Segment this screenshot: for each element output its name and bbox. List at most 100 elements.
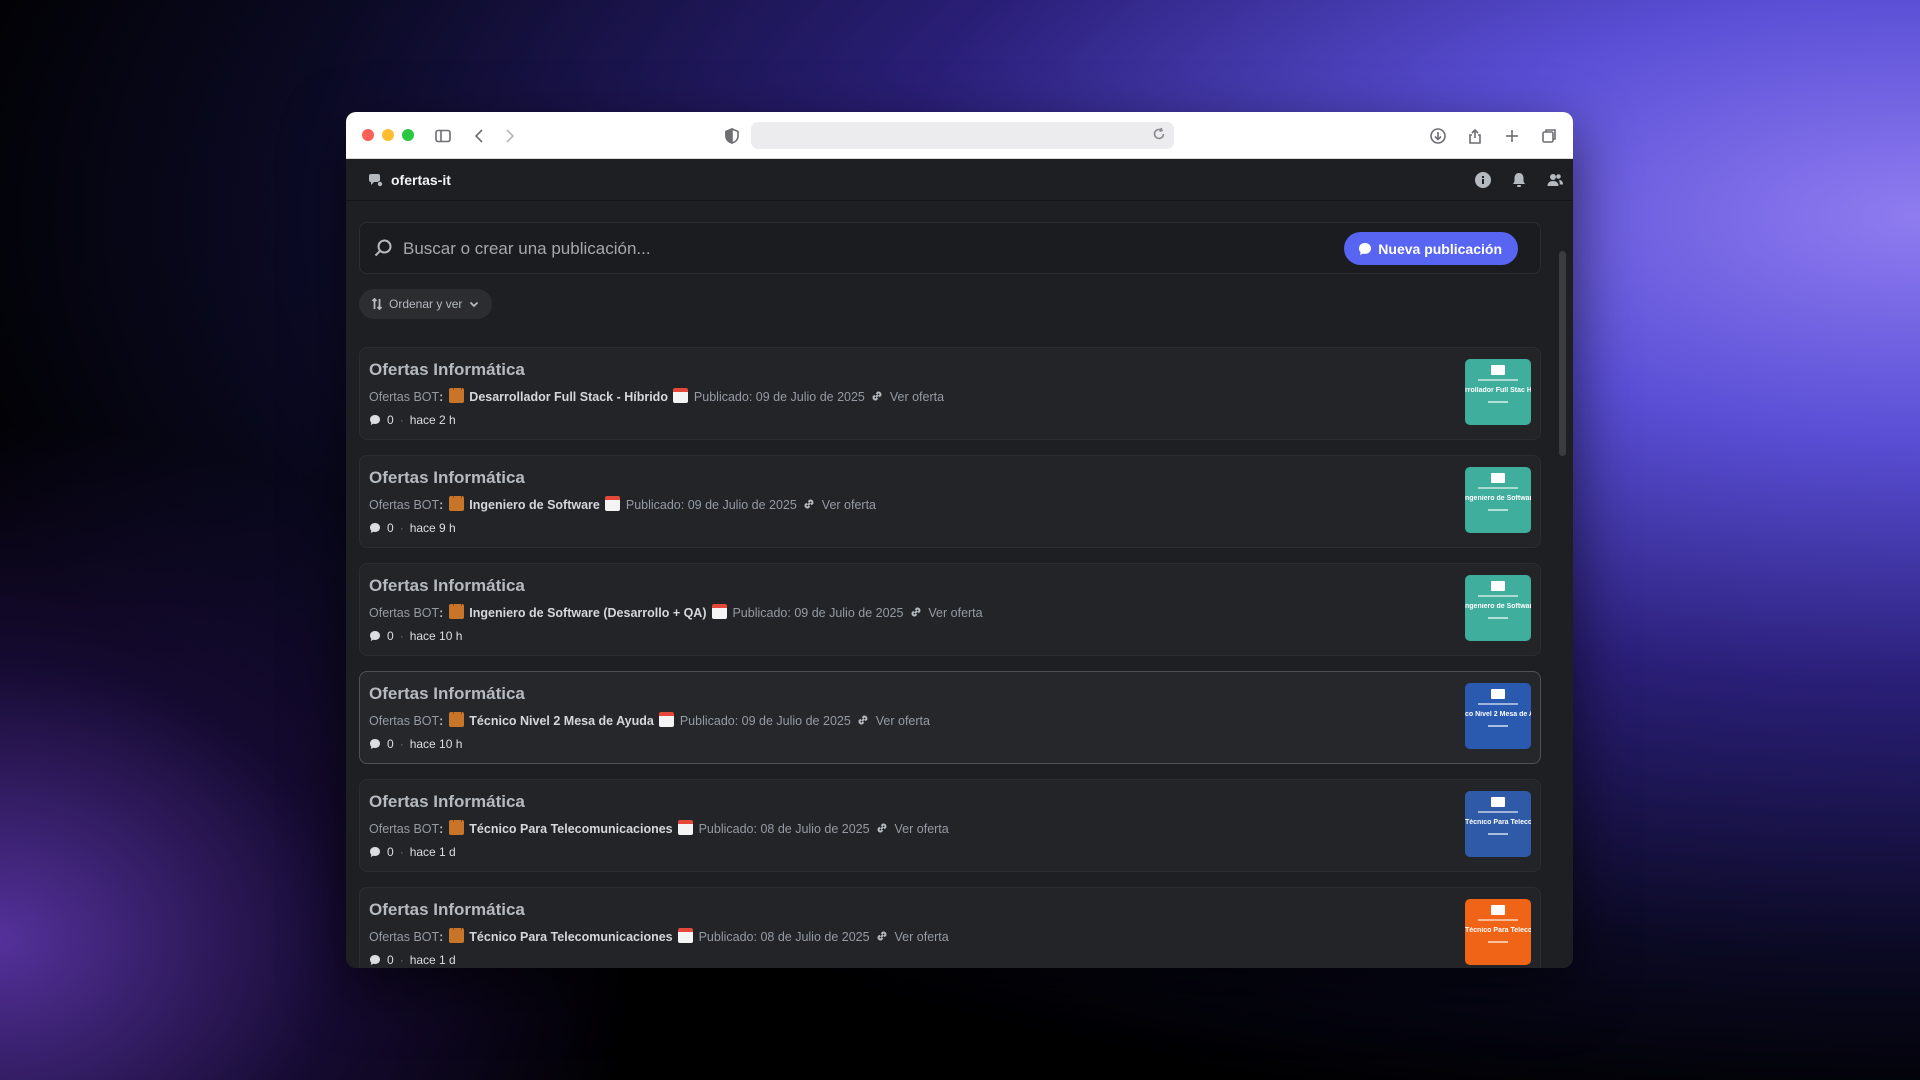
post-card[interactable]: Ofertas Informática Ofertas BOT: Técnico… [359,779,1541,872]
post-time: hace 1 d [409,953,456,967]
post-thumbnail[interactable]: Técnico Para Telecomunicaciones [1465,791,1531,857]
post-author: Ofertas BOT [369,606,440,620]
calendar-icon [678,928,694,943]
post-list: Ofertas Informática Ofertas BOT: Desarro… [359,347,1541,968]
replies-icon [370,739,380,749]
thumbnail-text: rrollador Full Stac Híbrido [1465,387,1531,394]
post-meta: 0 · hace 10 h [369,629,462,643]
link-icon [870,389,884,404]
members-icon[interactable] [1545,170,1565,190]
new-post-button[interactable]: Nueva publicación [1344,232,1518,265]
chevron-down-icon [470,301,479,308]
forward-icon[interactable] [497,124,521,148]
sidebar-toggle-icon[interactable] [431,124,455,148]
sort-label: Ordenar y ver [389,297,463,311]
post-link-text[interactable]: Ver oferta [928,606,982,620]
thumbnail-logo-icon [1491,689,1505,699]
search-icon [373,238,393,258]
post-preview: Ofertas BOT: Ingeniero de Software (Desa… [369,604,983,620]
post-link-text[interactable]: Ver oferta [895,822,949,836]
scrollbar[interactable] [1559,251,1566,456]
link-icon [875,821,889,836]
reply-count: 0 [387,521,394,535]
post-title: Ofertas Informática [369,684,525,703]
briefcase-icon [448,820,464,835]
thumbnail-divider [1488,617,1508,619]
calendar-icon [673,388,689,403]
post-card[interactable]: Ofertas Informática Ofertas BOT: Ingenie… [359,455,1541,548]
address-bar[interactable] [751,122,1174,149]
post-preview: Ofertas BOT: Técnico Para Telecomunicaci… [369,928,949,944]
replies-icon [370,955,380,965]
post-title: Ofertas Informática [369,792,525,811]
back-icon[interactable] [468,124,492,148]
briefcase-icon [448,928,464,943]
calendar-icon [659,712,675,727]
privacy-shield-icon[interactable] [720,124,744,148]
browser-toolbar [346,112,1573,159]
link-icon [875,929,889,944]
thumbnail-divider [1478,811,1518,813]
search-input[interactable] [403,236,1303,262]
tab-overview-icon[interactable] [1537,124,1561,148]
thumbnail-text: Técnico Para Telecomunicaciones [1465,927,1531,934]
forum-channel-icon [368,172,384,188]
briefcase-icon [448,496,464,511]
post-card[interactable]: Ofertas Informática Ofertas BOT: Desarro… [359,347,1541,440]
post-thumbnail[interactable]: Técnico Para Telecomunicaciones [1465,899,1531,965]
post-meta: 0 · hace 1 d [369,953,456,967]
thumbnail-divider [1478,379,1518,381]
thumbnail-logo-icon [1491,797,1505,807]
post-link-text[interactable]: Ver oferta [890,390,944,404]
zoom-window-button[interactable] [402,129,414,141]
share-icon[interactable] [1463,124,1487,148]
thumbnail-divider [1478,595,1518,597]
info-icon[interactable] [1473,170,1493,190]
thumbnail-text: co Nivel 2 Mesa de A [1465,711,1531,718]
post-link-text[interactable]: Ver oferta [876,714,930,728]
post-link-text[interactable]: Ver oferta [822,498,876,512]
new-tab-icon[interactable] [1500,124,1524,148]
browser-window: ofertas-it Buscar o crear una publicació… [346,112,1573,968]
notification-bell-icon[interactable] [1509,170,1529,190]
post-card[interactable]: Ofertas Informática Ofertas BOT: Técnico… [359,887,1541,968]
sort-and-view-button[interactable]: Ordenar y ver [359,289,493,319]
thumbnail-text: Técnico Para Telecomunicaciones [1465,819,1531,826]
post-preview: Ofertas BOT: Ingeniero de Software Publi… [369,496,876,512]
link-icon [909,605,923,620]
close-window-button[interactable] [362,129,374,141]
post-link-text[interactable]: Ver oferta [895,930,949,944]
post-meta: 0 · hace 10 h [369,737,462,751]
post-card[interactable]: Ofertas Informática Ofertas BOT: Técnico… [359,671,1541,764]
calendar-icon [605,496,621,511]
calendar-icon [678,820,694,835]
post-time: hace 1 d [409,845,456,859]
downloads-icon[interactable] [1426,124,1450,148]
thumbnail-divider [1478,703,1518,705]
post-thumbnail[interactable]: co Nivel 2 Mesa de A [1465,683,1531,749]
minimize-window-button[interactable] [382,129,394,141]
post-thumbnail[interactable]: rrollador Full Stac Híbrido [1465,359,1531,425]
reload-icon[interactable] [1152,127,1168,143]
post-thumbnail[interactable]: ngeniero de Softwar [1465,467,1531,533]
replies-icon [370,523,380,533]
sort-icon [371,298,383,310]
new-post-label: Nueva publicación [1378,240,1502,257]
post-job-title: Ingeniero de Software [469,498,600,512]
post-card[interactable]: Ofertas Informática Ofertas BOT: Ingenie… [359,563,1541,656]
link-icon [856,713,870,728]
post-published-date: Publicado: 09 de Julio de 2025 [679,714,851,728]
reply-count: 0 [387,845,394,859]
thumbnail-divider [1478,919,1518,921]
thumbnail-divider [1488,509,1508,511]
post-thumbnail[interactable]: ngeniero de Softwar [1465,575,1531,641]
post-title: Ofertas Informática [369,576,525,595]
post-list-area[interactable]: Nueva publicación Ordenar y ver Ofertas … [346,202,1573,968]
post-job-title: Técnico Nivel 2 Mesa de Ayuda [469,714,654,728]
post-title: Ofertas Informática [369,360,525,379]
post-time: hace 9 h [409,521,456,535]
post-author: Ofertas BOT [369,714,440,728]
post-meta: 0 · hace 9 h [369,521,456,535]
reply-count: 0 [387,953,394,967]
post-meta: 0 · hace 2 h [369,413,456,427]
